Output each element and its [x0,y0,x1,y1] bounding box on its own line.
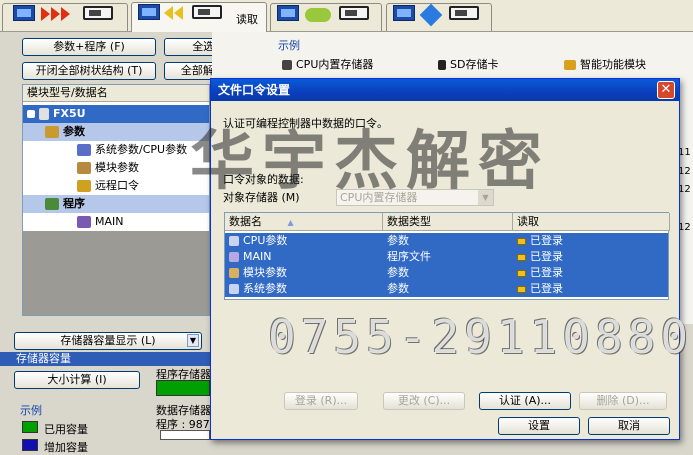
table-row[interactable]: 系统参数 参数 已登录 [225,281,668,297]
module-tree: 模块型号/数据名 FX5U 参数 系统参数/CPU参数 模块参数 远程口令 程序… [22,84,210,316]
arrow-right-icon [41,7,50,21]
tree-item-system-param[interactable]: 系统参数/CPU参数 [23,141,209,159]
tab-delete[interactable] [386,3,492,31]
program-icon [77,216,91,228]
pc-icon [277,5,299,21]
parameter-icon [77,144,91,156]
module-icon [229,268,239,278]
column-header-type[interactable]: 数据类型 [383,213,513,231]
row-name-cell: 模块参数 [225,265,287,281]
added-color-swatch [22,439,38,451]
eraser-icon [419,3,443,27]
row-read-cell: 已登录 [513,233,563,249]
legend-used-label: 已用容量 [44,423,88,436]
row-read-cell: 已登录 [513,265,563,281]
row-type-cell: 程序文件 [387,250,431,263]
column-header-name[interactable]: 数据名 ▲ [225,213,383,231]
sort-ascending-icon: ▲ [287,218,294,227]
module-icon [77,162,91,174]
toolbar-tab-strip: 读取 [0,0,693,32]
arrow-right-icon [51,7,60,21]
module-icon [564,60,576,70]
arrow-right-icon [61,7,70,21]
pc-icon [13,5,35,21]
memory-display-button[interactable]: 存储器容量显示 (L) ▼ [14,332,202,350]
program-memory-bar [156,380,210,396]
sd-card-icon [438,60,446,70]
plc-icon [83,6,113,20]
settings-button[interactable]: 设置 [498,417,580,435]
change-button[interactable]: 更改 (C)... [383,392,465,410]
parameter-icon [229,236,239,246]
plc-icon [192,5,222,19]
program-icon [229,252,239,262]
example-sd-card: SD存储卡 [438,56,498,72]
row-type-cell: 参数 [387,282,409,295]
row-name-cell: CPU参数 [225,233,287,249]
tab-read[interactable]: 读取 [131,2,267,32]
data-memory-bar [160,430,210,440]
lock-icon [517,269,526,277]
lock-icon [517,237,526,245]
column-header-read[interactable]: 读取 [513,213,670,231]
lock-icon [517,285,526,293]
tab-verify[interactable] [270,3,382,31]
example-intelligent-module: 智能功能模块 [564,56,646,72]
row-name-cell: 系统参数 [225,281,287,297]
arrow-left-icon [174,6,183,20]
table-row[interactable]: MAIN 程序文件 已登录 [225,249,668,265]
data-table: 数据名 ▲ 数据类型 读取 CPU参数 参数 已登录 MAIN 程序文件 已登录… [224,212,670,300]
tree-item-program[interactable]: 程序 [23,195,209,213]
chevron-down-icon: ▼ [187,334,199,347]
table-row[interactable]: 模块参数 参数 已登录 [225,265,668,281]
dialog-title: 文件口令设置 [211,79,679,101]
watermark-text: 华宇杰解密 [190,125,550,199]
collapse-icon [27,110,35,118]
cpu-memory-icon [282,60,292,70]
register-button[interactable]: 登录 (R)... [284,392,358,410]
param-program-button[interactable]: 参数+程序 (F) [22,38,156,56]
verify-icon [305,8,331,22]
row-name-cell: MAIN [225,249,272,265]
legend-added-label: 增加容量 [44,441,88,454]
tree-item-module-param[interactable]: 模块参数 [23,159,209,177]
row-type-cell: 参数 [387,234,409,247]
example-title: 示例 [278,39,300,52]
plc-icon [339,6,369,20]
pc-icon [393,5,415,21]
authenticate-button[interactable]: 认证 (A)... [479,392,571,410]
expand-tree-button[interactable]: 开闭全部树状结构 (T) [22,62,156,80]
tree-item-main[interactable]: MAIN [23,213,209,231]
close-icon[interactable]: ✕ [657,81,675,99]
example-cpu-memory: CPU内置存储器 [282,56,373,72]
folder-icon [45,126,59,138]
tree-item-fx5u[interactable]: FX5U [23,105,209,123]
row-read-cell: 已登录 [513,281,563,297]
table-row[interactable]: CPU参数 参数 已登录 [225,233,668,249]
tab-write[interactable] [2,3,128,31]
tab-read-label: 读取 [236,13,258,26]
plc-icon [39,108,49,120]
row-read-cell: 已登录 [513,249,563,265]
used-color-swatch [22,421,38,433]
folder-icon [45,198,59,210]
plc-icon [449,6,479,20]
legend-title: 示例 [20,404,42,417]
arrow-left-icon [164,6,173,20]
tree-header: 模块型号/数据名 [23,85,209,102]
watermark-phone: 0755-29110880 [268,310,693,364]
lock-icon [517,253,526,261]
pc-icon [138,4,160,20]
cancel-button[interactable]: 取消 [588,417,670,435]
tree-item-parameters[interactable]: 参数 [23,123,209,141]
size-calc-button[interactable]: 大小计算 (I) [14,371,140,389]
parameter-icon [229,284,239,294]
row-type-cell: 参数 [387,266,409,279]
tree-item-remote-password[interactable]: 远程口令 [23,177,209,195]
key-icon [77,180,91,192]
memory-section-header: 存储器容量 [0,352,212,366]
delete-button[interactable]: 删除 (D)... [579,392,667,410]
